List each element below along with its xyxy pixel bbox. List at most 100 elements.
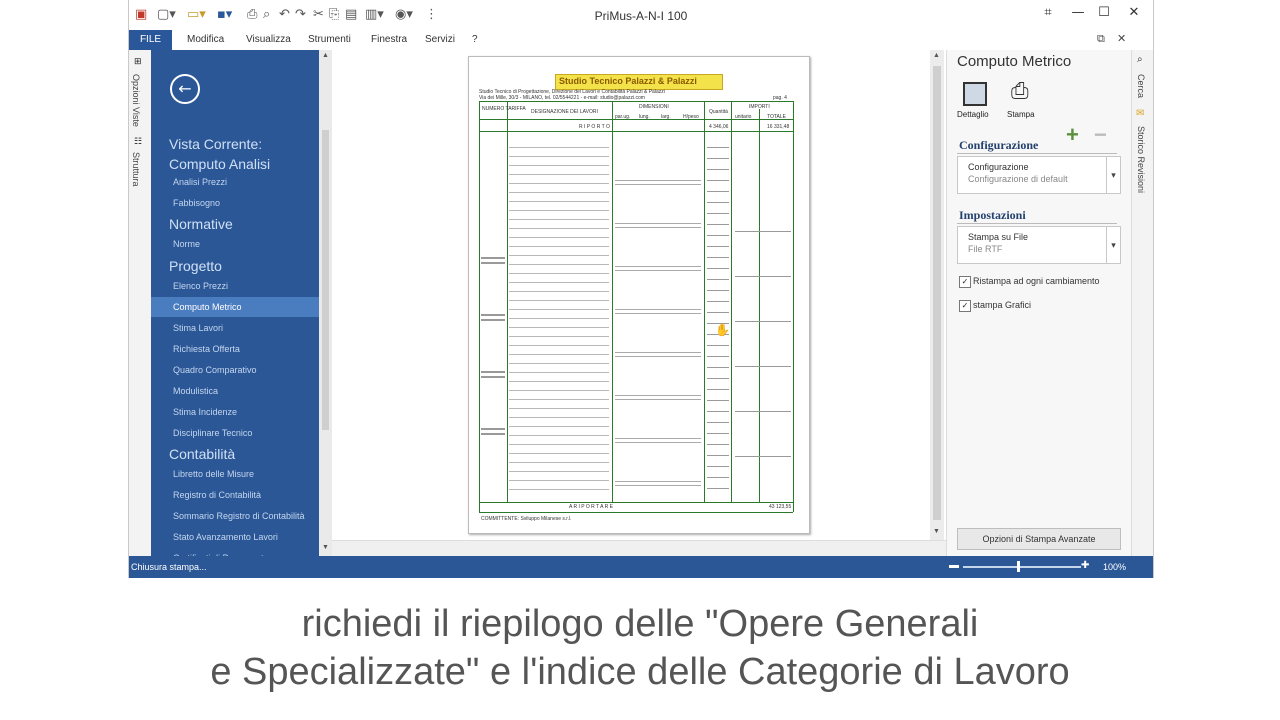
- application-window: ▣ ▢▾ ▭▾ ▪▾ ⎙ ⌕ ↶ ↷ ✂ ⎘ ▤ ▥▾ ◉▾ ⋮ PriMus-…: [128, 0, 1154, 578]
- scroll-up-icon[interactable]: ▲: [322, 52, 329, 59]
- zoom-level: 100%: [1103, 562, 1127, 572]
- back-arrow-icon[interactable]: ←: [170, 74, 200, 104]
- mdi-close-icon[interactable]: ✕: [1117, 32, 1126, 45]
- minimize-button[interactable]: —: [1065, 5, 1091, 25]
- nav-item-fabbisogno[interactable]: Fabbisogno: [151, 193, 319, 213]
- quantity-values: [707, 137, 729, 497]
- nav-scrollbar[interactable]: ▲ ▼: [319, 50, 332, 556]
- chevron-down-icon[interactable]: ▾: [1106, 157, 1120, 193]
- sub-header-totale: TOTALE: [767, 114, 786, 120]
- tab-storico-revisioni[interactable]: Storico Revisioni: [1136, 126, 1146, 193]
- nav-item-libretto-misure[interactable]: Libretto delle Misure: [151, 464, 319, 484]
- title-bar: ▣ ▢▾ ▭▾ ▪▾ ⎙ ⌕ ↶ ↷ ✂ ⎘ ▤ ▥▾ ◉▾ ⋮ PriMus-…: [129, 0, 1153, 30]
- col-line-0: [479, 101, 480, 512]
- nav-item-elenco-prezzi[interactable]: Elenco Prezzi: [151, 276, 319, 296]
- dettaglio-button[interactable]: Dettaglio: [957, 80, 1003, 122]
- scroll-down-icon[interactable]: ▼: [322, 544, 329, 551]
- dettaglio-label: Dettaglio: [957, 110, 989, 119]
- panel-title: Computo Metrico: [957, 53, 1072, 70]
- section-progetto: Progetto: [169, 258, 222, 274]
- menu-visualizza[interactable]: Visualizza: [246, 34, 291, 45]
- stampa-label: Stampa: [1007, 110, 1035, 119]
- impostazioni-select[interactable]: Stampa su File File RTF ▾: [957, 226, 1121, 264]
- nav-item-disciplinare-tecnico[interactable]: Disciplinare Tecnico: [151, 423, 319, 443]
- sub-header-lung: lung.: [639, 114, 650, 120]
- chevron-down-icon[interactable]: ▾: [1106, 227, 1120, 263]
- dettaglio-icon: [963, 82, 987, 106]
- maximize-button[interactable]: ☐: [1091, 5, 1117, 25]
- status-bar: Chiusura stampa... ▬ ✚ 100%: [129, 556, 1153, 578]
- add-icon[interactable]: +: [1066, 122, 1079, 148]
- dimension-values: [615, 142, 701, 492]
- close-button[interactable]: ✕: [1121, 5, 1147, 25]
- tab-struttura[interactable]: Struttura: [131, 152, 141, 187]
- stampa-button[interactable]: ⎙ Stampa: [1007, 78, 1047, 122]
- nav-item-computo-metrico[interactable]: Computo Metrico: [151, 297, 319, 317]
- nav-scroll-thumb[interactable]: [322, 130, 329, 430]
- preview-page: Studio Tecnico Palazzi & Palazzi Studio …: [468, 56, 810, 534]
- caption-line-2: e Specializzate" e l'indice delle Catego…: [210, 651, 1070, 693]
- section-normative: Normative: [169, 216, 233, 232]
- menu-modifica[interactable]: Modifica: [187, 34, 224, 45]
- doc-scroll-thumb[interactable]: [933, 66, 941, 520]
- doc-scroll-down-icon[interactable]: ▼: [933, 528, 940, 535]
- tab-cerca[interactable]: Cerca: [1136, 74, 1146, 98]
- nav-item-stima-lavori[interactable]: Stima Lavori: [151, 318, 319, 338]
- impostazioni-value: File RTF: [968, 244, 1003, 254]
- menu-strumenti[interactable]: Strumenti: [308, 34, 351, 45]
- zoom-in-icon[interactable]: ✚: [1081, 560, 1089, 571]
- pin-icon[interactable]: ⊞: [134, 56, 142, 67]
- col-header-quantita: Quantità: [709, 109, 728, 115]
- restore-down-icon[interactable]: ⌗: [1035, 5, 1061, 25]
- sub-header-hpeso: H/peso: [683, 114, 699, 120]
- configurazione-label: Configurazione: [968, 162, 1029, 172]
- nav-item-registro-contabilita[interactable]: Registro di Contabilità: [151, 485, 319, 505]
- designation-text-block: [509, 142, 609, 497]
- nav-item-stato-avanzamento[interactable]: Stato Avanzamento Lavori: [151, 527, 319, 547]
- col-line-6: [793, 101, 794, 512]
- menu-help[interactable]: ?: [472, 34, 478, 45]
- footer-rule: [479, 502, 793, 503]
- col-line-2: [612, 101, 613, 502]
- nav-item-certificati-pagamento[interactable]: Certificati di Pagamento: [151, 548, 319, 556]
- col-header-importi: IMPORTI: [749, 104, 770, 110]
- nav-item-stima-incidenze[interactable]: Stima Incidenze: [151, 402, 319, 422]
- tab-opzioni-viste[interactable]: Opzioni Viste: [131, 74, 141, 127]
- section-vista-corrente: Vista Corrente: Computo Analisi: [169, 136, 271, 172]
- status-text: Chiusura stampa...: [131, 562, 207, 572]
- stampa-grafici-checkbox[interactable]: ✓: [959, 300, 971, 312]
- nav-item-sommario-registro[interactable]: Sommario Registro di Contabilità: [151, 506, 319, 526]
- studio-logo-text: Studio Tecnico Palazzi & Palazzi: [559, 76, 697, 86]
- table-bottom-rule: [479, 512, 793, 513]
- col-line-4: [731, 101, 732, 502]
- ristampa-checkbox[interactable]: ✓: [959, 276, 971, 288]
- col-header-designazione: DESIGNAZIONE DEI LAVORI: [531, 109, 598, 115]
- mdi-restore-icon[interactable]: ⧉: [1097, 32, 1105, 46]
- nav-item-quadro-comparativo[interactable]: Quadro Comparativo: [151, 360, 319, 380]
- zoom-out-icon[interactable]: ▬: [949, 560, 959, 571]
- col-line-3: [704, 101, 705, 502]
- zoom-slider[interactable]: [963, 566, 1081, 568]
- impostazioni-label: Stampa su File: [968, 232, 1029, 242]
- nav-item-norme[interactable]: Norme: [151, 234, 319, 254]
- document-vertical-scrollbar[interactable]: ▲ ▼: [930, 50, 944, 540]
- riporto-totale: 16 331,48: [767, 124, 790, 130]
- doc-scroll-up-icon[interactable]: ▲: [933, 52, 940, 59]
- configurazione-select[interactable]: Configurazione Configurazione di default…: [957, 156, 1121, 194]
- menu-servizi[interactable]: Servizi: [425, 34, 455, 45]
- col-header-dimensioni: DIMENSIONI: [639, 104, 669, 110]
- footer-label: A R I P O R T A R E: [569, 504, 613, 510]
- nav-item-richiesta-offerta[interactable]: Richiesta Offerta: [151, 339, 319, 359]
- file-tab[interactable]: FILE: [129, 30, 172, 50]
- advanced-print-options-button[interactable]: Opzioni di Stampa Avanzate: [957, 528, 1121, 550]
- col-header-tariffa: NUMERO TARIFFA: [482, 106, 526, 112]
- document-horizontal-scrollbar[interactable]: [332, 540, 946, 557]
- riporto-rule: [479, 131, 793, 132]
- footer-value: 43 123,55: [769, 504, 792, 510]
- zoom-slider-thumb[interactable]: [1017, 561, 1020, 572]
- remove-icon[interactable]: −: [1094, 122, 1107, 148]
- nav-item-modulistica[interactable]: Modulistica: [151, 381, 319, 401]
- menu-finestra[interactable]: Finestra: [371, 34, 407, 45]
- search-icon[interactable]: ⌕: [1137, 54, 1143, 65]
- nav-item-analisi-prezzi[interactable]: Analisi Prezzi: [151, 172, 319, 192]
